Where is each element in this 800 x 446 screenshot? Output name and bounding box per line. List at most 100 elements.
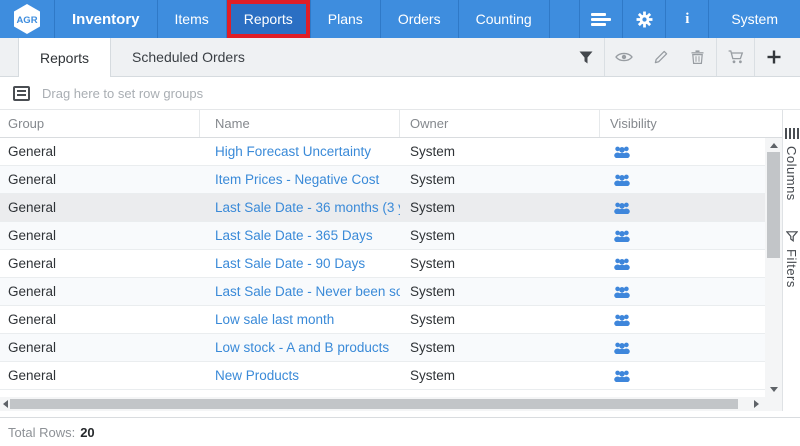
column-header-name[interactable]: Name	[200, 110, 400, 137]
report-link[interactable]: Item Prices - Negative Cost	[215, 172, 379, 187]
filter-icon	[579, 51, 593, 64]
cell-name: Low sale last month	[200, 306, 400, 333]
grid-header: Group Name Owner Visibility	[0, 110, 782, 138]
tab-reports[interactable]: Reports	[18, 38, 111, 77]
report-link[interactable]: Last Sale Date - 365 Days	[215, 228, 373, 243]
report-link[interactable]: High Forecast Uncertainty	[215, 144, 371, 159]
nav-item-reports[interactable]: Reports	[227, 0, 311, 38]
columns-icon	[785, 128, 799, 139]
nav-item-label: Counting	[476, 11, 532, 27]
eye-icon	[615, 51, 633, 63]
nav-item-label: Reports	[244, 11, 293, 27]
nav-item-items[interactable]: Items	[158, 0, 227, 38]
status-bar: Total Rows: 20	[0, 417, 800, 446]
table-row[interactable]: General New Products System	[0, 362, 765, 390]
table-row[interactable]: GeneralLast Sale Date - 90 DaysSystem	[0, 250, 765, 278]
cell-owner: System	[400, 362, 600, 389]
info-button[interactable]: i	[665, 0, 708, 38]
filter-button[interactable]	[567, 38, 604, 76]
cell-visibility	[600, 222, 765, 249]
settings-button[interactable]	[622, 0, 665, 38]
edit-button[interactable]	[642, 38, 679, 76]
top-navbar: AGR Inventory Items Reports Plans Orders Cou…	[0, 0, 800, 38]
cell-owner: System	[400, 194, 600, 221]
toolbar-actions	[567, 38, 800, 76]
cell-group: General	[0, 138, 200, 165]
scroll-down-arrow-icon[interactable]	[770, 387, 778, 392]
grid-body: General High Forecast Uncertainty System G…	[0, 138, 765, 397]
cell-group: General	[0, 362, 200, 389]
info-icon: i	[685, 11, 689, 28]
total-rows-value: 20	[80, 425, 94, 440]
main-menu: Items Reports Plans Orders Counting	[158, 0, 550, 38]
cell-owner: System	[400, 306, 600, 333]
horizontal-scrollbar[interactable]	[0, 397, 765, 411]
menu-lines-button[interactable]	[579, 0, 622, 38]
side-panel-label: Filters	[784, 249, 799, 288]
nav-item-orders[interactable]: Orders	[381, 0, 459, 38]
vertical-scrollbar[interactable]	[765, 138, 782, 397]
cell-owner: System	[400, 138, 600, 165]
column-header-group[interactable]: Group	[0, 110, 200, 137]
plus-icon	[767, 50, 781, 64]
view-button[interactable]	[605, 38, 642, 76]
module-title[interactable]: Inventory	[54, 0, 158, 38]
nav-item-counting[interactable]: Counting	[459, 0, 550, 38]
vertical-scrollbar-thumb[interactable]	[767, 152, 780, 258]
column-header-owner[interactable]: Owner	[400, 110, 600, 137]
add-button[interactable]	[755, 38, 792, 76]
header-filler	[765, 110, 782, 137]
report-link[interactable]: Low sale last month	[215, 312, 334, 327]
cell-visibility	[600, 362, 765, 389]
horizontal-scrollbar-thumb[interactable]	[10, 399, 738, 409]
user-menu[interactable]: System	[708, 0, 800, 38]
table-row[interactable]: General Low sale last month System	[0, 306, 765, 334]
users-icon	[614, 313, 630, 326]
order-cart-button[interactable]	[717, 38, 754, 76]
cell-group: General	[0, 306, 200, 333]
report-link[interactable]: Last Sale Date - Never been sold	[215, 284, 400, 299]
scroll-right-arrow-icon[interactable]	[754, 400, 759, 408]
cell-owner: System	[400, 166, 600, 193]
cell-visibility	[600, 166, 765, 193]
cell-visibility	[600, 334, 765, 361]
gear-icon	[636, 11, 653, 28]
cell-owner: System	[400, 278, 600, 305]
nav-item-label: Orders	[398, 11, 441, 27]
nav-item-plans[interactable]: Plans	[311, 0, 381, 38]
users-icon	[614, 201, 630, 214]
row-group-drop-zone[interactable]: Drag here to set row groups	[0, 77, 800, 110]
cell-group: General	[0, 278, 200, 305]
cell-name: Last Sale Date - 90 Days	[200, 250, 400, 277]
app-logo[interactable]: AGR	[0, 0, 54, 38]
table-row[interactable]: General Last Sale Date - Never been soldS…	[0, 278, 765, 306]
table-row[interactable]: GeneralLast Sale Date - 365 DaysSystem	[0, 222, 765, 250]
column-header-visibility[interactable]: Visibility	[600, 110, 765, 137]
cell-group: General	[0, 166, 200, 193]
users-icon	[614, 145, 630, 158]
cell-visibility	[600, 194, 765, 221]
users-icon	[614, 341, 630, 354]
table-row[interactable]: GeneralLow stock - A and B productsSyste…	[0, 334, 765, 362]
users-icon	[614, 173, 630, 186]
scroll-up-arrow-icon[interactable]	[770, 143, 778, 148]
cell-group: General	[0, 222, 200, 249]
report-link[interactable]: New Products	[215, 368, 299, 383]
edit-icon	[654, 50, 668, 64]
delete-button[interactable]	[679, 38, 716, 76]
report-link[interactable]: Last Sale Date - 36 months (3 y...	[215, 200, 400, 215]
table-row[interactable]: General High Forecast Uncertainty System	[0, 138, 765, 166]
cell-visibility	[600, 278, 765, 305]
side-panel-filters-button[interactable]: Filters	[784, 231, 799, 288]
table-row[interactable]: General Item Prices - Negative Cost System	[0, 166, 765, 194]
scroll-left-arrow-icon[interactable]	[3, 400, 8, 408]
nav-item-label: Plans	[328, 11, 363, 27]
table-row[interactable]: GeneralLast Sale Date - 36 months (3 y..…	[0, 194, 765, 222]
report-link[interactable]: Last Sale Date - 90 Days	[215, 256, 365, 271]
tab-scheduled-orders[interactable]: Scheduled Orders	[111, 38, 266, 76]
cell-name: New Products	[200, 362, 400, 389]
cell-name: Last Sale Date - 36 months (3 y...	[200, 194, 400, 221]
side-panel-columns-button[interactable]: Columns	[784, 128, 799, 201]
report-link[interactable]: Low stock - A and B products	[215, 340, 389, 355]
agr-hexagon-logo-icon: AGR	[12, 3, 42, 35]
